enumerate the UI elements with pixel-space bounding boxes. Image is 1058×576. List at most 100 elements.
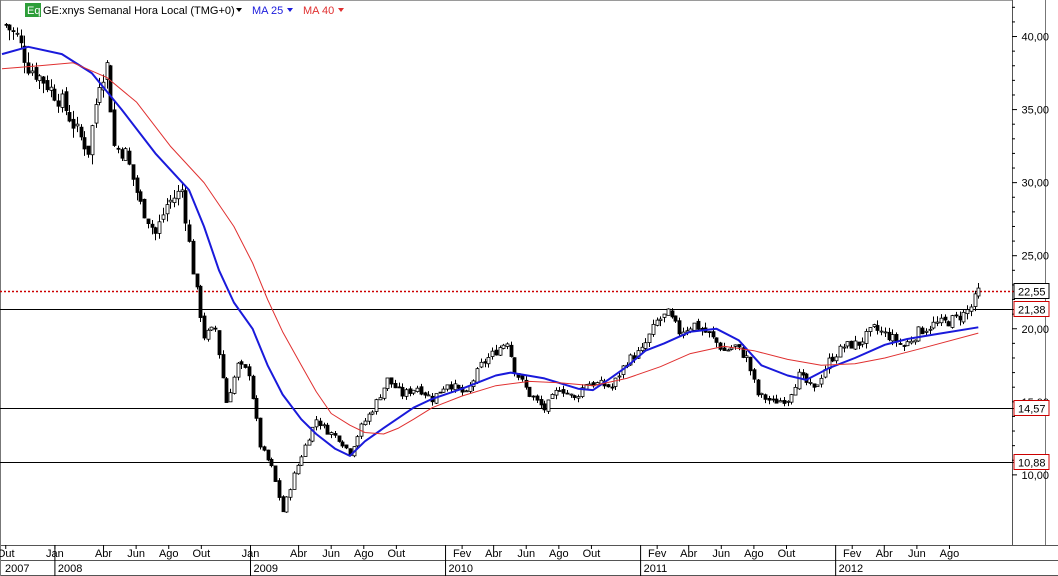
month-label: Jun bbox=[908, 548, 926, 560]
candle-body bbox=[759, 392, 764, 395]
month-label: Ago bbox=[940, 548, 960, 560]
candle-body bbox=[557, 390, 562, 392]
candle-body bbox=[610, 386, 615, 389]
candle-body bbox=[60, 93, 65, 108]
candle-body bbox=[849, 340, 854, 349]
candle-body bbox=[797, 371, 802, 390]
candle-body bbox=[183, 190, 188, 224]
y-tick-label: 40,00 bbox=[1021, 32, 1049, 44]
candle-body bbox=[138, 191, 143, 202]
candle-body bbox=[819, 377, 824, 385]
year-label: 2012 bbox=[839, 563, 863, 575]
candle-body bbox=[909, 340, 914, 344]
candle-body bbox=[973, 293, 978, 307]
candle-body bbox=[247, 366, 252, 377]
candle-body bbox=[322, 424, 327, 427]
candle-body bbox=[426, 394, 431, 397]
candle-body bbox=[576, 396, 581, 399]
candle-body bbox=[157, 221, 162, 234]
candle-body bbox=[965, 309, 970, 315]
candle-body bbox=[718, 342, 723, 350]
candle-body bbox=[883, 331, 888, 334]
candle-body bbox=[161, 214, 166, 220]
candle-body bbox=[344, 444, 349, 449]
candle-body bbox=[771, 398, 776, 401]
month-label: Jun bbox=[322, 548, 340, 560]
candle-body bbox=[542, 403, 547, 411]
month-label: Fev bbox=[843, 548, 862, 560]
candle-body bbox=[34, 67, 39, 80]
candle-body bbox=[613, 377, 618, 387]
month-label: Abr bbox=[485, 548, 502, 560]
candle-body bbox=[415, 387, 420, 392]
candle-body bbox=[655, 319, 660, 326]
candle-body bbox=[456, 384, 461, 389]
candle-body bbox=[875, 325, 880, 331]
candle-body bbox=[913, 339, 918, 343]
candle-body bbox=[494, 349, 499, 356]
candle-body bbox=[30, 70, 35, 74]
candle-body bbox=[288, 489, 293, 498]
candle-body bbox=[370, 411, 375, 415]
candle-body bbox=[97, 87, 102, 103]
candle-body bbox=[946, 321, 951, 327]
candle-body bbox=[711, 331, 716, 338]
month-label: Ago bbox=[159, 548, 179, 560]
candle-body bbox=[868, 327, 873, 332]
month-label: Fev bbox=[648, 548, 667, 560]
ma40-legend-label[interactable]: MA 40 bbox=[303, 5, 334, 17]
candle-body bbox=[647, 333, 652, 343]
candle-body bbox=[845, 341, 850, 347]
year-label: 2010 bbox=[449, 563, 473, 575]
candle-body bbox=[75, 123, 80, 127]
level-label: 22,55 bbox=[1018, 287, 1046, 299]
candle-body bbox=[26, 62, 31, 74]
candle-body bbox=[277, 480, 282, 498]
level-label: 10,88 bbox=[1018, 458, 1046, 470]
month-label: Out bbox=[583, 548, 601, 560]
candle-body bbox=[67, 112, 72, 122]
candle-body bbox=[254, 397, 259, 419]
candle-body bbox=[950, 315, 955, 328]
month-label: Ago bbox=[549, 548, 569, 560]
candle-body bbox=[423, 392, 428, 396]
candle-body bbox=[56, 100, 61, 107]
month-label: Abr bbox=[95, 548, 112, 560]
candle-body bbox=[150, 223, 155, 228]
candle-body bbox=[191, 240, 196, 275]
candle-body bbox=[176, 190, 181, 200]
candle-body bbox=[954, 314, 959, 317]
ma25-legend-label[interactable]: MA 25 bbox=[252, 5, 283, 17]
candle-body bbox=[943, 316, 948, 321]
candle-body bbox=[842, 346, 847, 349]
candle-body bbox=[71, 118, 76, 129]
candle-body bbox=[153, 227, 158, 234]
candle-body bbox=[561, 389, 566, 394]
stock-chart: 10,0015,0020,0025,0030,0035,0040,00 22,5… bbox=[0, 0, 1058, 576]
candle-body bbox=[206, 329, 211, 340]
year-label: 2009 bbox=[253, 563, 277, 575]
candle-body bbox=[389, 377, 394, 385]
month-label: Ago bbox=[354, 548, 374, 560]
candle-body bbox=[550, 394, 555, 399]
candle-body bbox=[382, 387, 387, 399]
candle-body bbox=[228, 392, 233, 403]
candle-body bbox=[112, 109, 117, 146]
candle-body bbox=[505, 343, 510, 347]
candle-body bbox=[367, 413, 372, 422]
candle-body bbox=[94, 104, 99, 124]
candle-body bbox=[864, 331, 869, 344]
candle-body bbox=[168, 199, 173, 203]
candle-body bbox=[202, 315, 207, 339]
candle-body bbox=[195, 273, 200, 288]
candle-body bbox=[135, 177, 140, 193]
candle-body bbox=[714, 337, 719, 343]
candle-body bbox=[520, 375, 525, 380]
candle-body bbox=[355, 436, 360, 447]
month-label: Jun bbox=[712, 548, 730, 560]
candle-body bbox=[554, 389, 559, 396]
candle-body bbox=[857, 341, 862, 346]
candle-body bbox=[786, 400, 791, 403]
candle-body bbox=[251, 375, 256, 400]
chart-title[interactable]: GE:xnys Semanal Hora Local (TMG+0) bbox=[43, 5, 235, 17]
